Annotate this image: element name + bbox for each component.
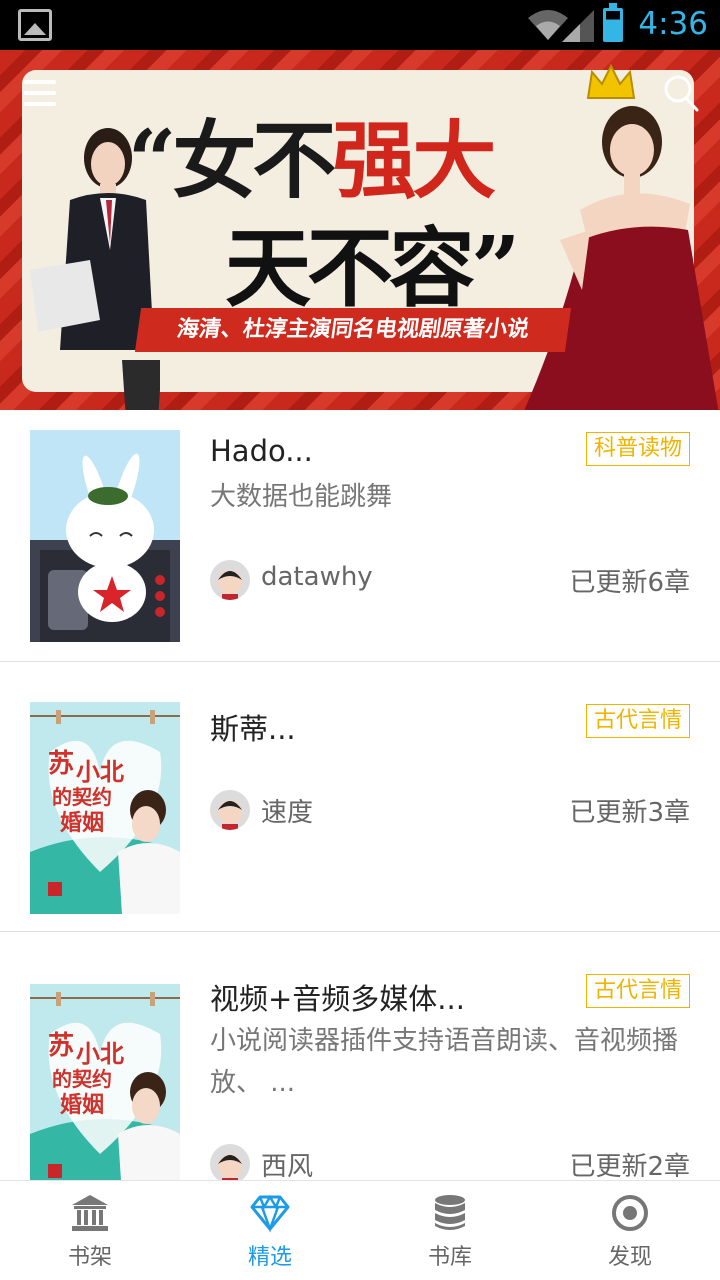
nav-label: 发现 xyxy=(607,1245,652,1270)
clock: 4:36 xyxy=(638,6,708,42)
svg-text:婚姻: 婚姻 xyxy=(60,810,104,836)
book-title: Hado... xyxy=(210,434,313,468)
book-item[interactable]: Hado... 科普读物 大数据也能跳舞 datawhy 已更新6章 xyxy=(0,410,720,662)
nav-bookshelf[interactable]: 书架 xyxy=(0,1181,180,1280)
book-title: 视频+音频多媒体... xyxy=(210,982,465,1016)
svg-text:苏: 苏 xyxy=(48,749,74,779)
book-item[interactable]: 苏 小北 的契约 婚姻 视频+音频多媒体... 古代言情 小说阅读器插件支持语音… xyxy=(0,932,720,1180)
book-cover xyxy=(30,430,180,642)
svg-text:小北: 小北 xyxy=(76,1039,124,1068)
signal-icon xyxy=(562,10,594,42)
bottom-navigation: 书架 精选 书库 发现 xyxy=(0,1180,720,1280)
svg-text:的契约: 的契约 xyxy=(52,785,112,809)
author-avatar xyxy=(210,1144,250,1180)
book-description: 大数据也能跳舞 xyxy=(210,482,393,512)
book-cover: 苏 小北 的契约 婚姻 xyxy=(30,984,180,1180)
book-category-tag: 古代言情 xyxy=(585,974,690,1008)
book-list: Hado... 科普读物 大数据也能跳舞 datawhy 已更新6章 苏 小北 … xyxy=(0,410,720,1180)
menu-icon[interactable] xyxy=(24,80,56,106)
nav-label: 精选 xyxy=(247,1245,292,1270)
nav-featured[interactable]: 精选 xyxy=(180,1181,360,1280)
svg-text:的契约: 的契约 xyxy=(52,1067,112,1091)
book-cover: 苏 小北 的契约 婚姻 xyxy=(30,702,180,914)
book-update-count: 已更新2章 xyxy=(569,1152,690,1180)
nav-label: 书架 xyxy=(67,1245,112,1270)
status-bar: 4:36 xyxy=(0,0,720,50)
search-icon[interactable] xyxy=(663,74,699,112)
nav-label: 书库 xyxy=(427,1245,472,1270)
book-item[interactable]: 苏 小北 的契约 婚姻 斯蒂... 古代言情 速度 已更新3章 xyxy=(0,662,720,932)
nav-discover[interactable]: 发现 xyxy=(540,1181,720,1280)
nav-library[interactable]: 书库 xyxy=(360,1181,540,1280)
database-icon xyxy=(435,1195,465,1230)
author-avatar xyxy=(210,560,250,600)
svg-text:小北: 小北 xyxy=(76,757,124,786)
battery-icon xyxy=(603,3,623,42)
banner-slogan-line2: 天不容” xyxy=(225,218,520,319)
book-description: 小说阅读器插件支持语音朗读、音视频播放、 ... xyxy=(210,1026,679,1098)
book-author: datawhy xyxy=(261,562,373,592)
svg-text:婚姻: 婚姻 xyxy=(60,1092,104,1118)
bank-icon xyxy=(72,1195,108,1231)
crown-icon xyxy=(586,64,636,99)
book-author: 西风 xyxy=(261,1152,314,1180)
svg-text:苏: 苏 xyxy=(48,1031,74,1061)
actress-right-image xyxy=(524,106,719,410)
book-title: 斯蒂... xyxy=(210,712,296,746)
book-category-tag: 古代言情 xyxy=(585,704,690,738)
picture-notification-icon xyxy=(18,9,52,41)
book-author: 速度 xyxy=(261,798,314,828)
target-icon xyxy=(612,1195,648,1231)
author-avatar xyxy=(210,790,250,830)
book-category-tag: 科普读物 xyxy=(585,432,690,466)
book-update-count: 已更新3章 xyxy=(569,798,690,828)
book-update-count: 已更新6章 xyxy=(569,568,690,598)
diamond-icon xyxy=(250,1194,290,1233)
banner-subtitle: 海清、杜淳主演同名电视剧原著小说 xyxy=(134,308,572,352)
banner-slogan-line1: “女不强大 xyxy=(128,111,496,210)
promo-banner[interactable]: “女不强大 天不容” 海清、杜淳主演同名电视剧原著小说 xyxy=(0,50,720,410)
